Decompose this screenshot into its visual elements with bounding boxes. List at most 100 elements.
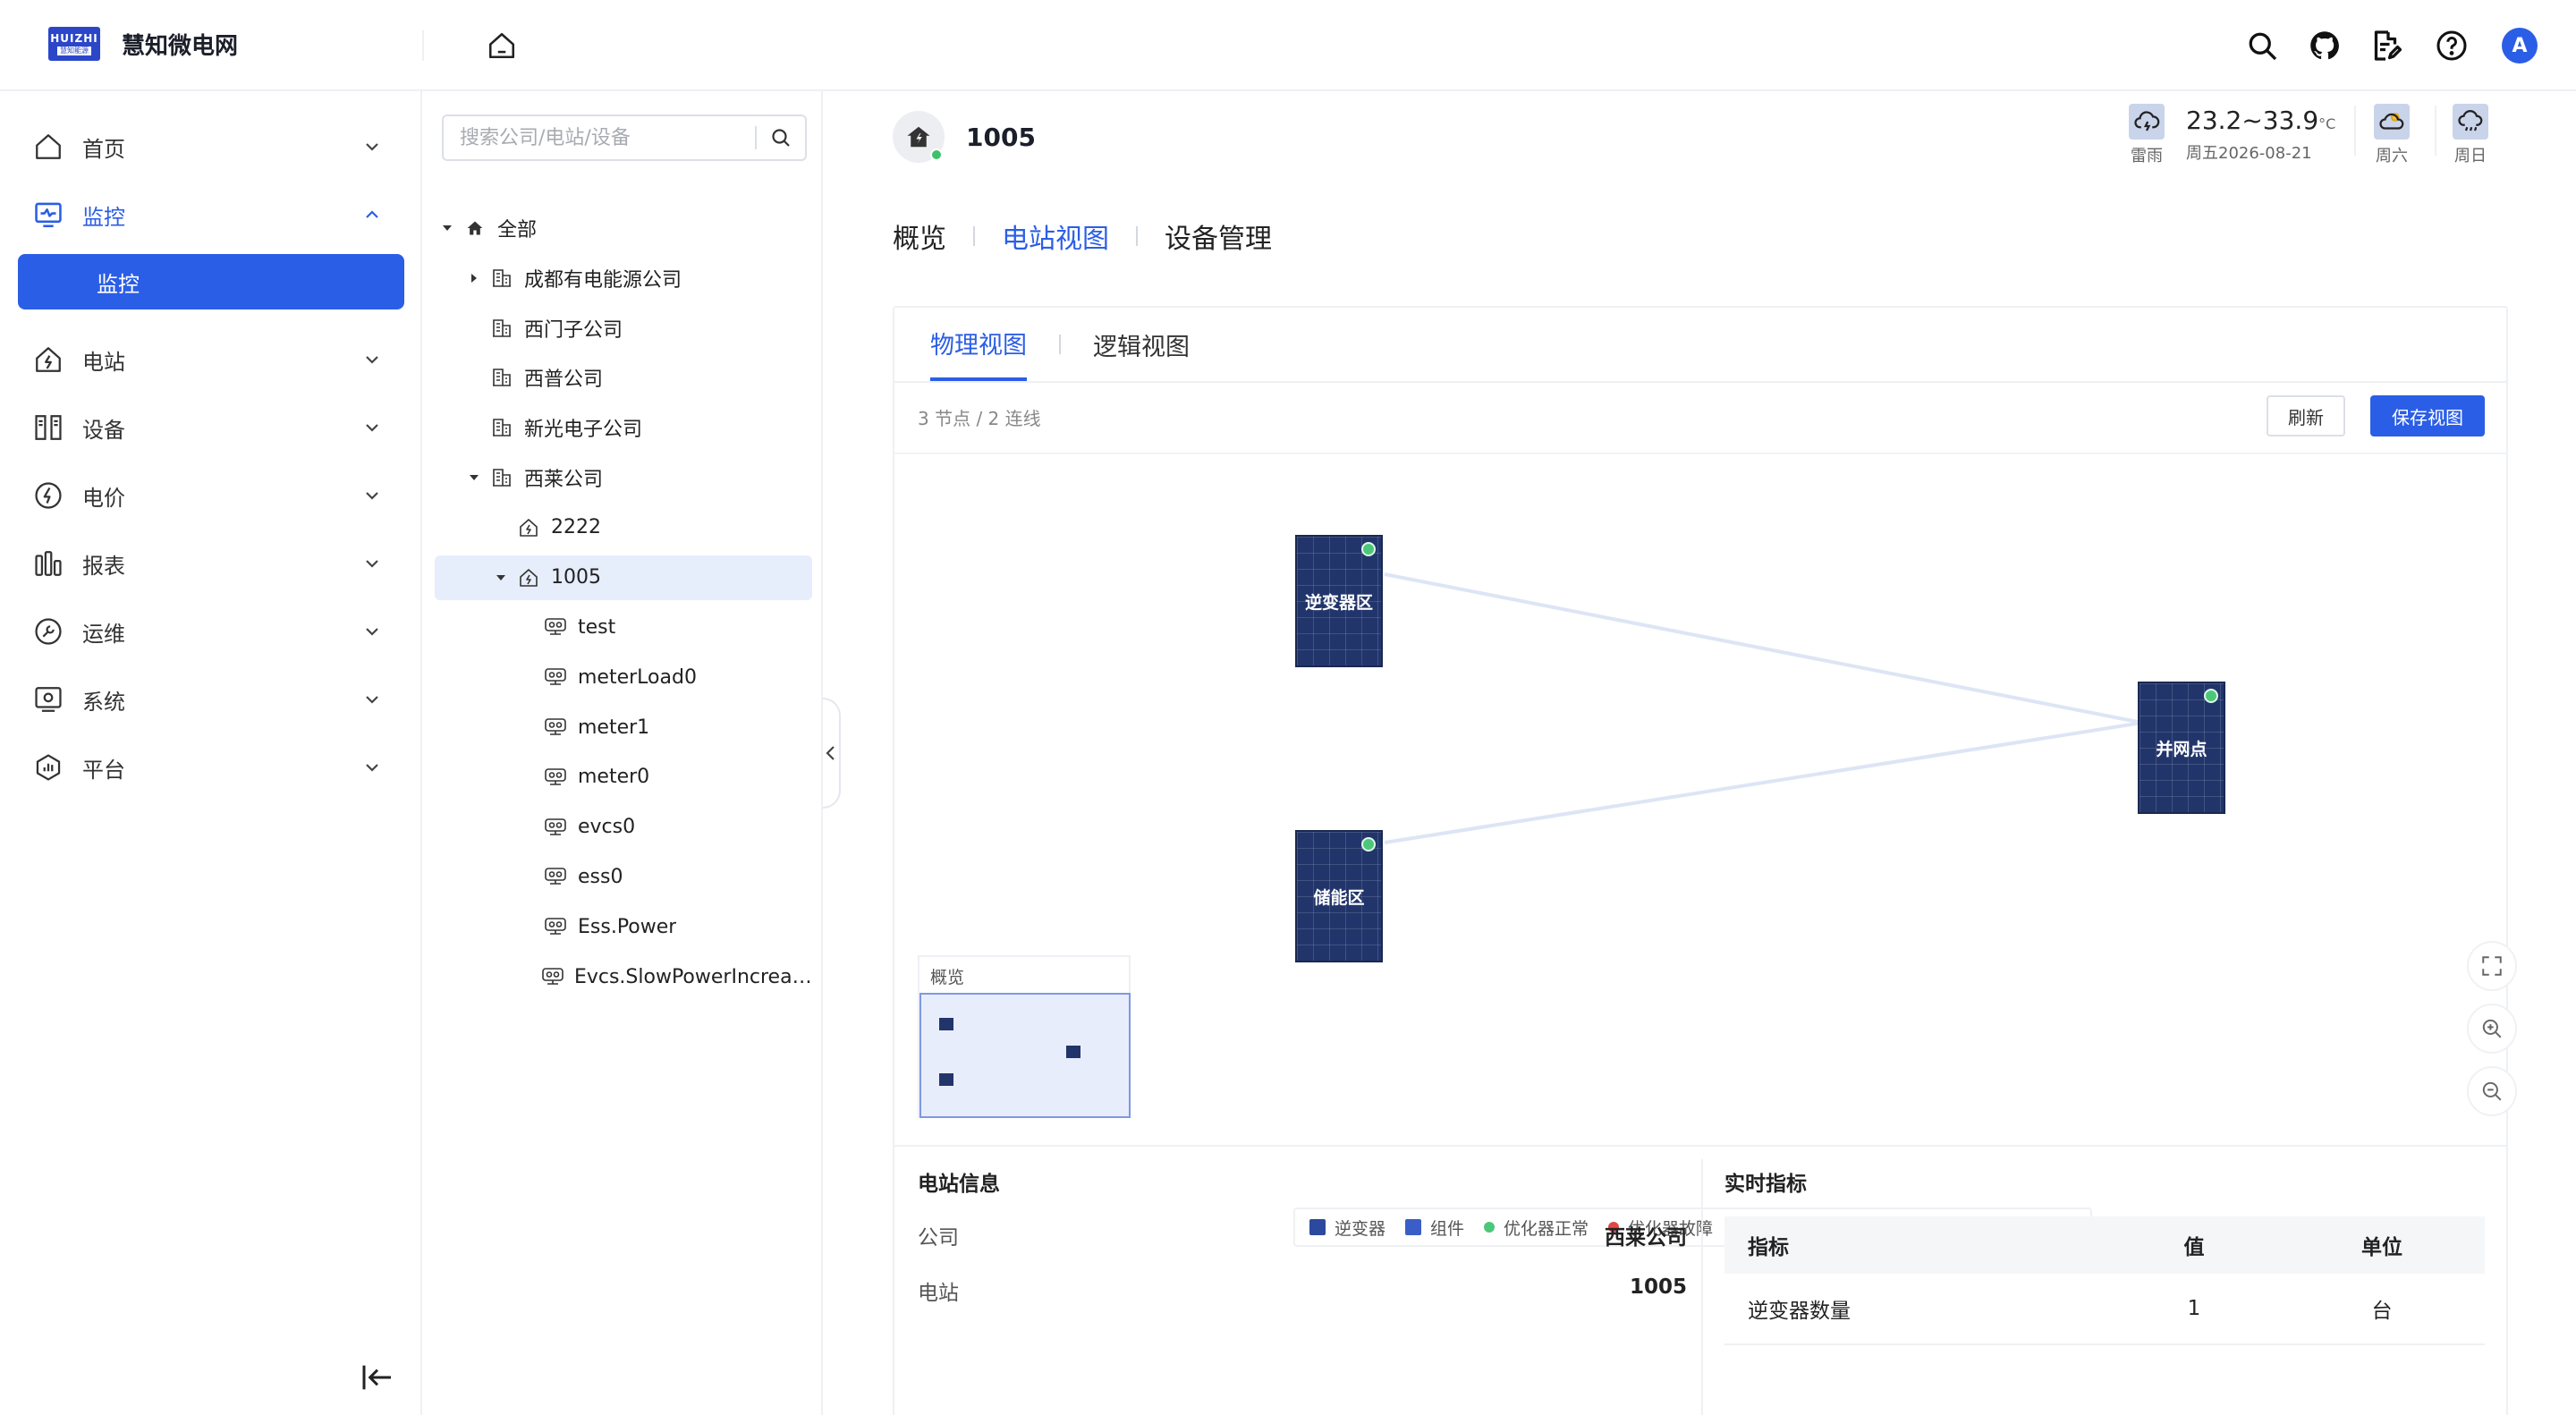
view-sub-tabs: 物理视图 逻辑视图: [930, 308, 1190, 381]
info-key: 公司: [918, 1226, 959, 1250]
tab-physical-view[interactable]: 物理视图: [930, 308, 1027, 381]
metric-name: 逆变器数量: [1748, 1300, 1851, 1323]
main-content: 1005 雷雨 23.2~33.9°C 周五2026-08-21 周六 周日 概…: [841, 91, 2576, 1415]
sidebar-menu: 首页 监控 监控 电站 设备 电价 报表 运维 系统 平台: [0, 91, 422, 1415]
home-button[interactable]: [483, 27, 521, 64]
weather-date: 周五2026-08-21: [2186, 144, 2312, 163]
brand-logo: HUIZHI 慧知能源: [48, 27, 100, 61]
submenu-item-monitor[interactable]: 监控: [18, 254, 404, 309]
zoom-out-button[interactable]: [2467, 1066, 2517, 1116]
tree-node-device[interactable]: Ess.Power: [435, 904, 812, 949]
top-header: HUIZHI 慧知能源 慧知微电网 A: [0, 0, 2576, 91]
menu-label: 平台: [82, 757, 125, 783]
menu-item-home[interactable]: 首页: [18, 120, 404, 174]
caret-down-icon[interactable]: [492, 569, 510, 587]
search-button[interactable]: [2241, 25, 2283, 66]
menu-label: 监控: [82, 204, 125, 230]
brand-logo-sub: 慧知能源: [57, 47, 91, 55]
station-icon: [515, 564, 542, 591]
device-icon: [542, 863, 569, 890]
tree-node-device[interactable]: meterLoad0: [435, 655, 812, 699]
tree-node-station[interactable]: 1005: [435, 555, 812, 600]
tree-node-company[interactable]: 西门子公司: [435, 306, 812, 351]
menu-item-platform[interactable]: 平台: [18, 741, 404, 794]
temperature-unit: °C: [2318, 115, 2336, 132]
brand[interactable]: HUIZHI 慧知能源 慧知微电网: [48, 27, 238, 61]
tab-station-view[interactable]: 电站视图: [1002, 216, 1109, 256]
caret-down-icon[interactable]: [438, 219, 456, 237]
report-icon: [30, 546, 66, 581]
info-value: 西莱公司: [1605, 1226, 1687, 1250]
caret-spacer: [519, 618, 537, 636]
home-icon: [462, 215, 488, 241]
node-grid-point[interactable]: 并网点: [2138, 682, 2225, 814]
chevron-left-icon: [826, 746, 835, 760]
node-storage-area[interactable]: 储能区: [1295, 830, 1383, 962]
menu-item-monitor[interactable]: 监控: [18, 188, 404, 241]
tree-node-label: test: [578, 615, 616, 639]
station-icon: [30, 342, 66, 377]
menu-item-report[interactable]: 报表: [18, 537, 404, 590]
menu-item-maintenance[interactable]: 运维: [18, 605, 404, 658]
menu-item-station[interactable]: 电站: [18, 333, 404, 386]
minimap-viewport[interactable]: [919, 993, 1131, 1118]
tree-node-device[interactable]: Evcs.SlowPowerIncrease...: [435, 954, 812, 999]
tree-node-device[interactable]: meter1: [435, 705, 812, 750]
info-key: 电站: [918, 1282, 959, 1305]
tree-node-device[interactable]: evcs0: [435, 805, 812, 850]
tree-node-device[interactable]: test: [435, 605, 812, 649]
tab-logical-view[interactable]: 逻辑视图: [1093, 308, 1190, 381]
caret-right-icon[interactable]: [465, 269, 483, 287]
tree-node-company[interactable]: 成都有电能源公司: [435, 256, 812, 301]
tree-node-company[interactable]: 新光电子公司: [435, 405, 812, 450]
tree-node-company[interactable]: 西莱公司: [435, 455, 812, 500]
info-divider: [1701, 1159, 1703, 1415]
tab-device-management[interactable]: 设备管理: [1165, 216, 1272, 256]
node-status-dot: [2204, 689, 2218, 703]
tree-node-station[interactable]: 2222: [435, 505, 812, 550]
fullscreen-icon: [2482, 956, 2502, 976]
tab-overview[interactable]: 概览: [893, 216, 946, 256]
brand-name: 慧知微电网: [122, 32, 239, 60]
tree-node-label: 1005: [551, 566, 601, 589]
zoom-out-icon: [2482, 1081, 2502, 1101]
github-button[interactable]: [2304, 25, 2345, 66]
device-icon: [542, 614, 569, 640]
price-icon: [30, 478, 66, 513]
docs-button[interactable]: [2365, 25, 2406, 66]
menu-item-system[interactable]: 系统: [18, 673, 404, 726]
node-label: 并网点: [2156, 739, 2207, 759]
info-value: 1005: [1629, 1275, 1687, 1299]
caret-down-icon[interactable]: [465, 469, 483, 487]
tree-search-input[interactable]: [460, 126, 755, 149]
collapse-sidebar-icon[interactable]: [360, 1360, 395, 1395]
user-avatar-button[interactable]: A: [2499, 25, 2540, 66]
minimap-node: [939, 1018, 953, 1030]
weather-today: 雷雨: [2129, 104, 2165, 166]
menu-item-device[interactable]: 设备: [18, 401, 404, 454]
zoom-in-button[interactable]: [2467, 1004, 2517, 1054]
fullscreen-button[interactable]: [2467, 941, 2517, 991]
device-icon: [542, 764, 569, 791]
caret-spacer: [519, 968, 535, 986]
refresh-button[interactable]: 刷新: [2267, 395, 2345, 436]
tree-node-label: Ess.Power: [578, 915, 677, 938]
node-inverter-area[interactable]: 逆变器区: [1295, 535, 1383, 667]
tree-node-company[interactable]: 西普公司: [435, 355, 812, 400]
panel-collapse-handle[interactable]: [823, 698, 841, 809]
chevron-down-icon: [366, 356, 378, 364]
save-view-button[interactable]: 保存视图: [2370, 395, 2485, 436]
tree-node-device[interactable]: meter0: [435, 755, 812, 800]
help-button[interactable]: [2431, 25, 2472, 66]
tree-node-device[interactable]: ess0: [435, 854, 812, 899]
minimap[interactable]: 概览: [918, 955, 1131, 1118]
minimap-node: [939, 1073, 953, 1086]
tree-search-button[interactable]: [757, 116, 805, 159]
menu-item-price[interactable]: 电价: [18, 469, 404, 522]
tree-node-label: 西门子公司: [524, 318, 623, 342]
diagram-canvas[interactable]: 逆变器区 储能区 并网点 概览 逆变器 组件 优化器正常 优化器故障: [894, 454, 2517, 1247]
tree-node-label: 西莱公司: [524, 469, 604, 491]
column-header: 单位: [2361, 1236, 2402, 1259]
tree-node-root[interactable]: 全部: [435, 206, 812, 250]
diagram-stats: 3 节点 / 2 连线: [918, 408, 1041, 429]
